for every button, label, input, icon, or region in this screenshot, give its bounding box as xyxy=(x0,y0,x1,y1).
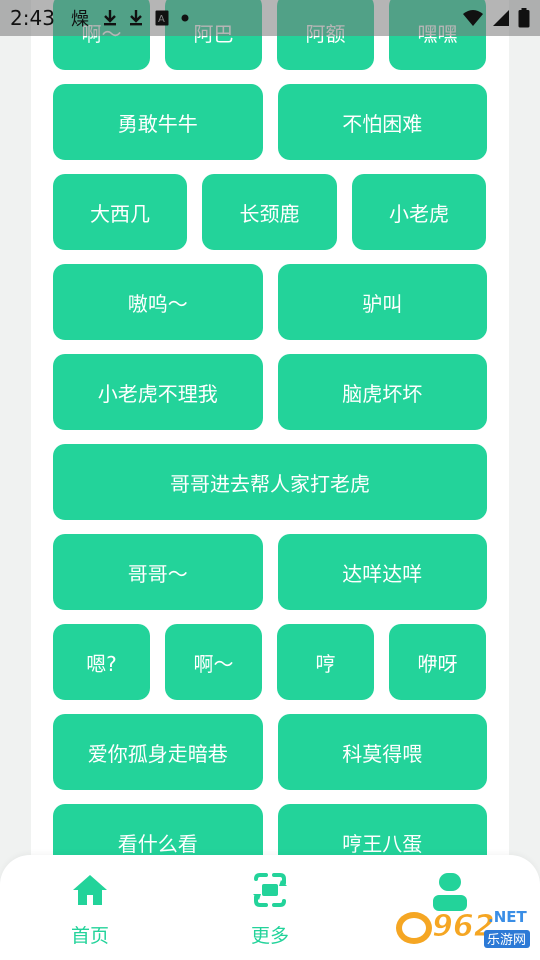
battery-icon xyxy=(518,8,530,28)
sound-button[interactable]: 哥哥～ xyxy=(53,534,263,610)
status-notification-icons: 燥 A xyxy=(71,7,189,29)
sound-button[interactable]: 咿呀 xyxy=(389,624,486,700)
sound-button[interactable]: 大西几 xyxy=(53,174,187,250)
sound-button[interactable]: 小老虎不理我 xyxy=(53,354,263,430)
sound-button[interactable]: 不怕困难 xyxy=(277,84,487,160)
nav-more-label: 更多 xyxy=(250,925,289,947)
sound-button[interactable]: 嗷呜～ xyxy=(53,264,263,340)
dot-icon xyxy=(181,14,189,22)
grid-row: 大西几 长颈鹿 小老虎 xyxy=(53,174,487,250)
watermark-site: 乐游网 xyxy=(487,933,526,948)
grid-row: 哥哥～ 达咩达咩 xyxy=(53,534,487,610)
sound-button[interactable]: 哥哥进去帮人家打老虎 xyxy=(53,444,487,520)
nav-home[interactable]: 首页 xyxy=(45,873,135,948)
wifi-icon xyxy=(462,9,484,27)
refresh-scan-icon xyxy=(252,873,288,911)
sound-button[interactable]: 达咩达咩 xyxy=(277,534,487,610)
svg-text:燥: 燥 xyxy=(71,9,89,29)
sound-button-grid: 啊～ 阿巴 阿额 嘿嘿 勇敢牛牛 不怕困难 大西几 长颈鹿 小老虎 嗷呜～ 驴叫… xyxy=(53,0,487,880)
sound-button[interactable]: 啊～ xyxy=(165,624,262,700)
nav-more[interactable]: 更多 xyxy=(225,873,315,948)
a-icon: A xyxy=(155,10,169,26)
download-icon xyxy=(103,9,117,27)
sound-button[interactable]: 长颈鹿 xyxy=(202,174,337,250)
sound-button[interactable]: 小老虎 xyxy=(352,174,486,250)
grid-row: 勇敢牛牛 不怕困难 xyxy=(53,84,487,160)
svg-text:A: A xyxy=(158,14,165,25)
grid-row: 爱你孤身走暗巷 科莫得喂 xyxy=(53,714,487,790)
status-bar: 2:43 燥 A xyxy=(0,0,540,36)
status-system-icons xyxy=(462,8,530,28)
site-watermark: 962 .NET 乐游网 xyxy=(392,898,532,954)
signal-icon xyxy=(492,9,510,27)
sound-button[interactable]: 脑虎坏坏 xyxy=(277,354,487,430)
watermark-suffix: .NET xyxy=(488,908,527,926)
sound-button[interactable]: 爱你孤身走暗巷 xyxy=(53,714,263,790)
grid-row: 嗷呜～ 驴叫 xyxy=(53,264,487,340)
hot-icon: 燥 xyxy=(71,7,91,29)
nav-home-label: 首页 xyxy=(70,925,109,947)
grid-row: 哥哥进去帮人家打老虎 xyxy=(53,444,487,520)
sound-button[interactable]: 驴叫 xyxy=(277,264,487,340)
status-time: 2:43 xyxy=(10,6,55,30)
sound-button[interactable]: 科莫得喂 xyxy=(277,714,487,790)
home-icon xyxy=(71,873,109,911)
sound-button[interactable]: 勇敢牛牛 xyxy=(53,84,263,160)
sound-button[interactable]: 嗯? xyxy=(53,624,150,700)
download-icon xyxy=(129,9,143,27)
grid-row: 嗯? 啊～ 哼 咿呀 xyxy=(53,624,487,700)
watermark-logo-icon xyxy=(396,912,432,944)
sound-button[interactable]: 哼 xyxy=(277,624,374,700)
grid-row: 小老虎不理我 脑虎坏坏 xyxy=(53,354,487,430)
